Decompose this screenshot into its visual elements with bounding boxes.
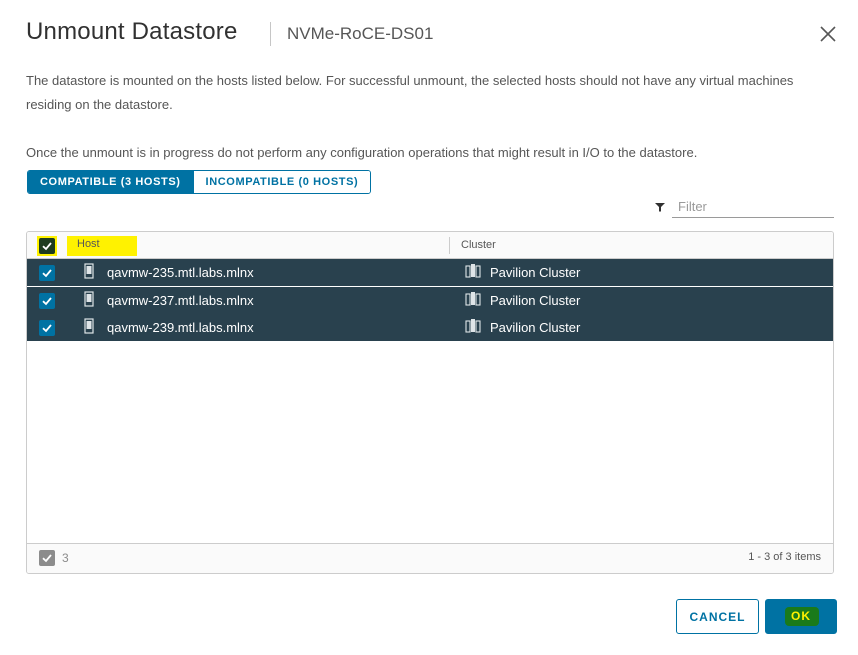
- checkmark-icon: [42, 269, 52, 278]
- description-paragraph-1: The datastore is mounted on the hosts li…: [26, 73, 794, 112]
- dialog-subtitle: NVMe-RoCE-DS01: [287, 24, 434, 43]
- cancel-button[interactable]: CANCEL: [676, 599, 759, 634]
- table-row[interactable]: qavmw-239.mtl.labs.mlnx Pavilion Cluster: [27, 314, 833, 341]
- column-header-host[interactable]: Host: [77, 238, 100, 250]
- checkmark-icon: [42, 297, 52, 306]
- row-checkbox[interactable]: [39, 320, 55, 336]
- host-name[interactable]: qavmw-237.mtl.labs.mlnx: [107, 293, 254, 308]
- column-separator[interactable]: [449, 237, 450, 254]
- host-icon: [84, 263, 94, 279]
- cluster-icon: [465, 319, 481, 333]
- description-paragraph-2: Once the unmount is in progress do not p…: [26, 145, 698, 160]
- selection-count-checkbox-icon: [39, 550, 55, 566]
- ok-button[interactable]: OK: [765, 599, 837, 634]
- grid-footer: 3 1 - 3 of 3 items: [27, 543, 833, 573]
- tab-incompatible[interactable]: INCOMPATIBLE (0 HOSTS): [192, 171, 371, 193]
- pagination-range: 1 - 3 of 3 items: [748, 551, 821, 563]
- select-all-checkbox[interactable]: [39, 238, 55, 254]
- grid-header: Host Cluster: [27, 232, 833, 259]
- cluster-icon: [465, 264, 481, 278]
- filter: [655, 196, 835, 218]
- cluster-name[interactable]: Pavilion Cluster: [490, 320, 580, 335]
- checkmark-icon: [42, 554, 52, 563]
- table-row[interactable]: qavmw-235.mtl.labs.mlnx Pavilion Cluster: [27, 259, 833, 286]
- row-checkbox[interactable]: [39, 265, 55, 281]
- cluster-name[interactable]: Pavilion Cluster: [490, 293, 580, 308]
- tab-compatible[interactable]: COMPATIBLE (3 HOSTS): [28, 171, 193, 193]
- cluster-name[interactable]: Pavilion Cluster: [490, 265, 580, 280]
- host-icon: [84, 318, 94, 334]
- host-tabs: COMPATIBLE (3 HOSTS) INCOMPATIBLE (0 HOS…: [27, 170, 372, 194]
- checkmark-icon: [42, 242, 52, 251]
- dialog-title: Unmount Datastore: [26, 18, 238, 45]
- close-icon[interactable]: [818, 24, 838, 44]
- filter-icon[interactable]: [655, 202, 665, 212]
- filter-input[interactable]: [672, 196, 834, 218]
- ok-button-label: OK: [791, 609, 811, 623]
- host-name[interactable]: qavmw-235.mtl.labs.mlnx: [107, 265, 254, 280]
- hosts-datagrid: Host Cluster qavmw-235.mtl.labs.mlnx Pav…: [26, 231, 834, 574]
- host-icon: [84, 291, 94, 307]
- table-row[interactable]: qavmw-237.mtl.labs.mlnx Pavilion Cluster: [27, 287, 833, 314]
- checkmark-icon: [42, 324, 52, 333]
- column-header-cluster[interactable]: Cluster: [461, 239, 496, 251]
- host-name[interactable]: qavmw-239.mtl.labs.mlnx: [107, 320, 254, 335]
- cluster-icon: [465, 292, 481, 306]
- row-checkbox[interactable]: [39, 293, 55, 309]
- title-separator: [270, 22, 271, 46]
- selected-count: 3: [62, 551, 69, 565]
